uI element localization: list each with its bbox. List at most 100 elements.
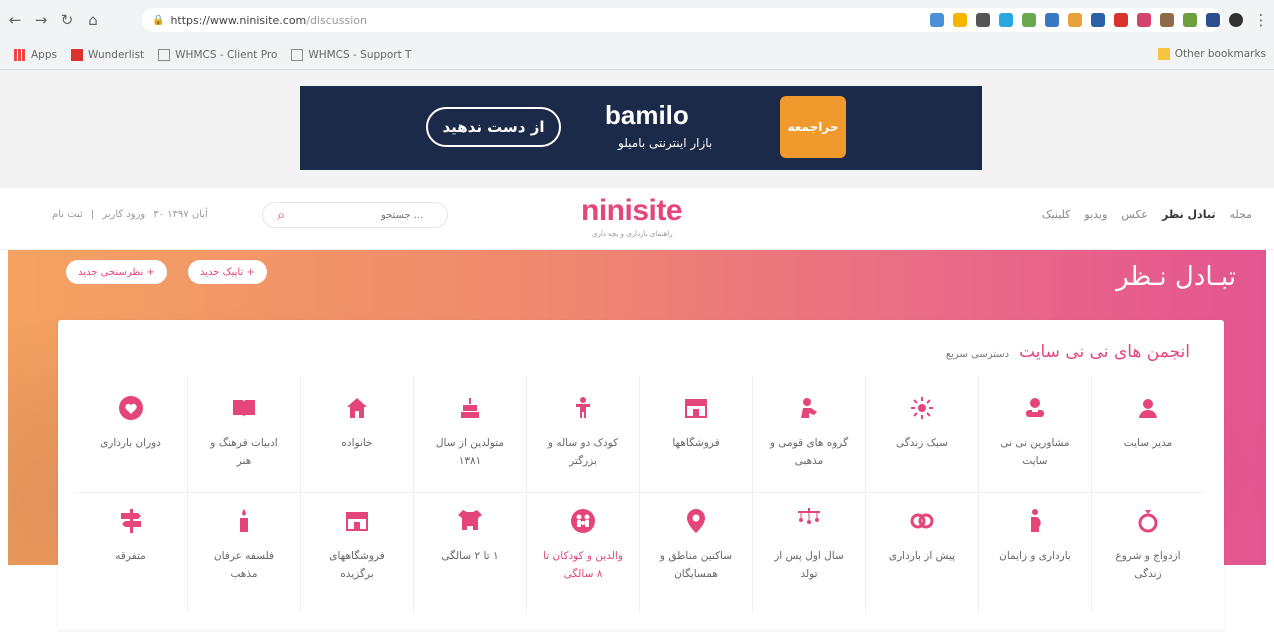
forum-item-label: ساکنین مناطق و همسایگان xyxy=(659,550,733,580)
search-box: ⌕ xyxy=(262,202,448,228)
forum-item-label: خانواده xyxy=(341,437,373,449)
forum-item[interactable]: مدیر سایت xyxy=(1091,376,1204,493)
forum-item-label: پیش از بارداری xyxy=(888,550,956,562)
forum-item[interactable]: فروشگاههای برگزیده xyxy=(300,493,413,613)
nav-magazine[interactable]: مجله xyxy=(1229,208,1252,221)
ad-cta-button[interactable]: از دست ندهید xyxy=(426,107,561,147)
location-pin-icon xyxy=(681,507,711,535)
apps-icon xyxy=(14,48,26,61)
nav-photos[interactable]: عکس xyxy=(1121,208,1148,221)
reload-icon[interactable]: ↻ xyxy=(56,9,78,31)
mobile-icon xyxy=(794,507,824,535)
home-icon[interactable]: ⌂ xyxy=(82,9,104,31)
extension-icon[interactable] xyxy=(1206,13,1220,27)
consultants-icon xyxy=(1020,394,1050,422)
forums-header: انجمن های نی نی سایت دسترسی سریع xyxy=(946,342,1190,362)
bookmark-label: WHMCS - Client Pro xyxy=(175,48,278,61)
extension-icon[interactable] xyxy=(1114,13,1128,27)
extension-icon[interactable] xyxy=(1068,13,1082,27)
forum-item-label: فروشگاههای برگزیده xyxy=(329,550,385,580)
extension-icon[interactable] xyxy=(1183,13,1197,27)
forum-item[interactable]: دوران بارداری xyxy=(74,376,187,493)
menu-icon[interactable]: ⋮ xyxy=(1254,9,1269,31)
forum-item[interactable]: سبک زندگی xyxy=(865,376,978,493)
forum-item-label: متفرقه xyxy=(115,550,146,562)
extension-icon[interactable] xyxy=(930,13,944,27)
forum-item-label: بارداری و زایمان xyxy=(999,550,1071,562)
back-icon[interactable]: ← xyxy=(4,9,26,31)
forum-item[interactable]: خانواده xyxy=(300,376,413,493)
forum-item[interactable]: ساکنین مناطق و همسایگان xyxy=(639,493,752,613)
lock-icon: 🔒 xyxy=(152,14,165,26)
forum-item-label: گروه های قومی و مذهبی xyxy=(769,437,849,467)
ad-banner[interactable]: از دست ندهید bamilo بازار اینترنتی بامیل… xyxy=(300,86,982,170)
search-icon[interactable]: ⌕ xyxy=(277,206,285,224)
nav-video[interactable]: ویدیو xyxy=(1084,208,1107,221)
bookmark-apps[interactable]: Apps xyxy=(14,48,57,61)
forum-item-label: ۱ تا ۲ سالگی xyxy=(441,550,499,562)
forum-item-label: مشاورین نی نی سایت xyxy=(1000,437,1070,467)
new-poll-button[interactable]: نظرسنجی جدید + xyxy=(66,260,167,284)
page-title: تبـادل نـظر xyxy=(1116,262,1236,292)
bookmark-whmcs-support[interactable]: WHMCS - Support T xyxy=(291,48,411,61)
extension-icon[interactable] xyxy=(976,13,990,27)
forum-grid: مدیر سایت مشاورین نی نی سایت سبک زندگی گروه… xyxy=(74,376,1204,613)
forum-item[interactable]: ادبیات فرهنگ و هنر xyxy=(187,376,300,493)
forum-item-label: سال اول پس از تولد xyxy=(774,550,844,580)
featured-shop-icon xyxy=(342,507,372,535)
forum-item[interactable]: متفرقه xyxy=(74,493,187,613)
user-links: ثبت نام | ورود کاربر ۳۰ آبان ۱۳۹۷ xyxy=(52,209,208,220)
forum-item[interactable]: والدین و کودکان تا ۸ سالگی xyxy=(526,493,639,613)
extension-icon[interactable] xyxy=(1160,13,1174,27)
logo-subtitle: راهنمای بارداری و بچه داری xyxy=(592,230,673,238)
shop-icon xyxy=(681,394,711,422)
extension-icon[interactable] xyxy=(1045,13,1059,27)
pregnant-icon xyxy=(1020,507,1050,535)
forum-item[interactable]: ۱ تا ۲ سالگی xyxy=(413,493,526,613)
ad-badge: حراجمعه xyxy=(780,96,846,158)
admin-icon xyxy=(1133,394,1163,422)
family-icon xyxy=(568,507,598,535)
forum-item[interactable]: بارداری و زایمان xyxy=(978,493,1091,613)
site-header: ثبت نام | ورود کاربر ۳۰ آبان ۱۳۹۷ ⌕ nini… xyxy=(0,188,1274,250)
bookmarks-bar: Apps Wunderlist WHMCS - Client Pro WHMCS… xyxy=(0,40,1274,70)
search-input[interactable] xyxy=(313,209,424,221)
forum-item-label: دوران بارداری xyxy=(100,437,161,449)
nav-discussion[interactable]: تبادل نظر xyxy=(1162,208,1215,221)
other-bookmarks[interactable]: Other bookmarks xyxy=(1157,48,1266,60)
bookmark-wunderlist[interactable]: Wunderlist xyxy=(70,48,144,61)
home-icon xyxy=(342,394,372,422)
login-link[interactable]: ورود کاربر xyxy=(102,209,145,220)
extension-icon[interactable] xyxy=(953,13,967,27)
forum-item-label: ادبیات فرهنگ و هنر xyxy=(210,437,278,467)
child-icon xyxy=(568,394,598,422)
page-icon xyxy=(291,48,304,61)
forum-item[interactable]: سال اول پس از تولد xyxy=(752,493,865,613)
birthday-cake-icon xyxy=(455,394,485,422)
extension-icon[interactable] xyxy=(1022,13,1036,27)
nav-clinic[interactable]: کلینیک xyxy=(1042,208,1071,221)
forum-item[interactable]: گروه های قومی و مذهبی xyxy=(752,376,865,493)
forward-icon[interactable]: → xyxy=(30,9,52,31)
forum-item[interactable]: کودک دو ساله و بزرگتر xyxy=(526,376,639,493)
extension-icon[interactable] xyxy=(1091,13,1105,27)
forum-item[interactable]: مشاورین نی نی سایت xyxy=(978,376,1091,493)
site-logo[interactable]: ninisite xyxy=(581,194,683,228)
register-link[interactable]: ثبت نام xyxy=(52,209,83,220)
bookmark-whmcs-client[interactable]: WHMCS - Client Pro xyxy=(158,48,278,61)
new-topic-button[interactable]: تاپیک جدید + xyxy=(188,260,267,284)
profile-icon[interactable] xyxy=(1229,13,1243,27)
forum-item[interactable]: پیش از بارداری xyxy=(865,493,978,613)
main-nav: مجله تبادل نظر عکس ویدیو کلینیک xyxy=(1042,208,1252,221)
forum-item[interactable]: ازدواج و شروع زندگی xyxy=(1091,493,1204,613)
sun-icon xyxy=(907,394,937,422)
quick-access-label: دسترسی سریع xyxy=(945,349,1010,360)
forums-title: انجمن های نی نی سایت xyxy=(1019,342,1190,362)
forum-item[interactable]: متولدین از سال ۱۳۸۱ xyxy=(413,376,526,493)
extension-icon[interactable] xyxy=(1137,13,1151,27)
forum-item[interactable]: فروشگاهها xyxy=(639,376,752,493)
extension-icon[interactable] xyxy=(999,13,1013,27)
forum-item-label: متولدین از سال ۱۳۸۱ xyxy=(435,437,505,467)
forum-item[interactable]: فلسفه عرفان مذهب xyxy=(187,493,300,613)
ad-tagline: بازار اینترنتی بامیلو xyxy=(618,136,713,150)
